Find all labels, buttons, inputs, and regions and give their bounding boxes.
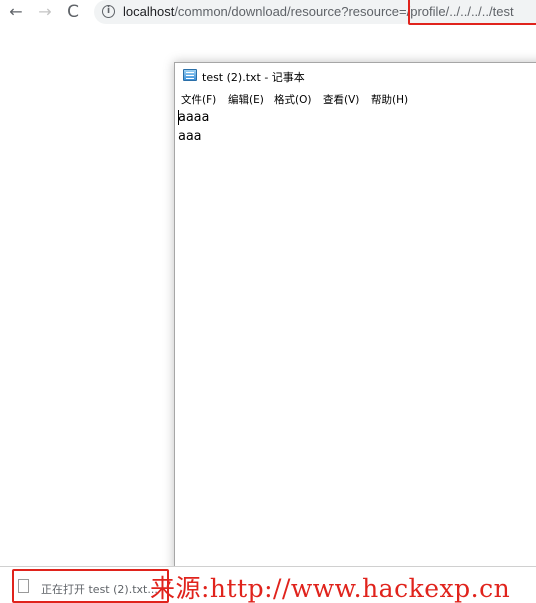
menu-format[interactable]: 格式(O) [274,92,311,107]
text-caret [178,110,179,125]
url-host: localhost [123,4,175,19]
browser-toolbar: ← → C i localhost/common/download/resour… [0,0,536,26]
text-line: aaa [178,129,202,144]
notepad-icon [183,69,197,81]
file-icon [18,579,29,593]
watermark: 来源:http://www.hackexp.cn [150,574,511,603]
back-arrow-icon[interactable]: ← [6,2,26,22]
notepad-window: test (2).txt - 记事本 文件(F) 编辑(E) 格式(O) 查看(… [174,62,536,572]
download-item-highlight[interactable]: 正在打开 test (2).txt... [12,569,169,603]
menu-help[interactable]: 帮助(H) [371,92,408,107]
menu-edit[interactable]: 编辑(E) [228,92,264,107]
notepad-text-area[interactable]: aaaa aaa [178,108,536,568]
notepad-titlebar[interactable]: test (2).txt - 记事本 [175,63,536,89]
notepad-menubar: 文件(F) 编辑(E) 格式(O) 查看(V) 帮助(H) [175,90,536,108]
reload-icon[interactable]: C [63,2,83,22]
forward-arrow-icon[interactable]: → [35,2,55,22]
text-line: aaaa [178,110,210,125]
url-path: /common/download/resource?resource [174,4,400,19]
menu-file[interactable]: 文件(F) [181,92,216,107]
notepad-title: test (2).txt - 记事本 [202,71,305,84]
download-item-label: 正在打开 test (2).txt... [41,583,158,596]
url-highlight-box [408,0,536,25]
menu-view[interactable]: 查看(V) [323,92,359,107]
site-info-icon[interactable]: i [102,5,115,18]
